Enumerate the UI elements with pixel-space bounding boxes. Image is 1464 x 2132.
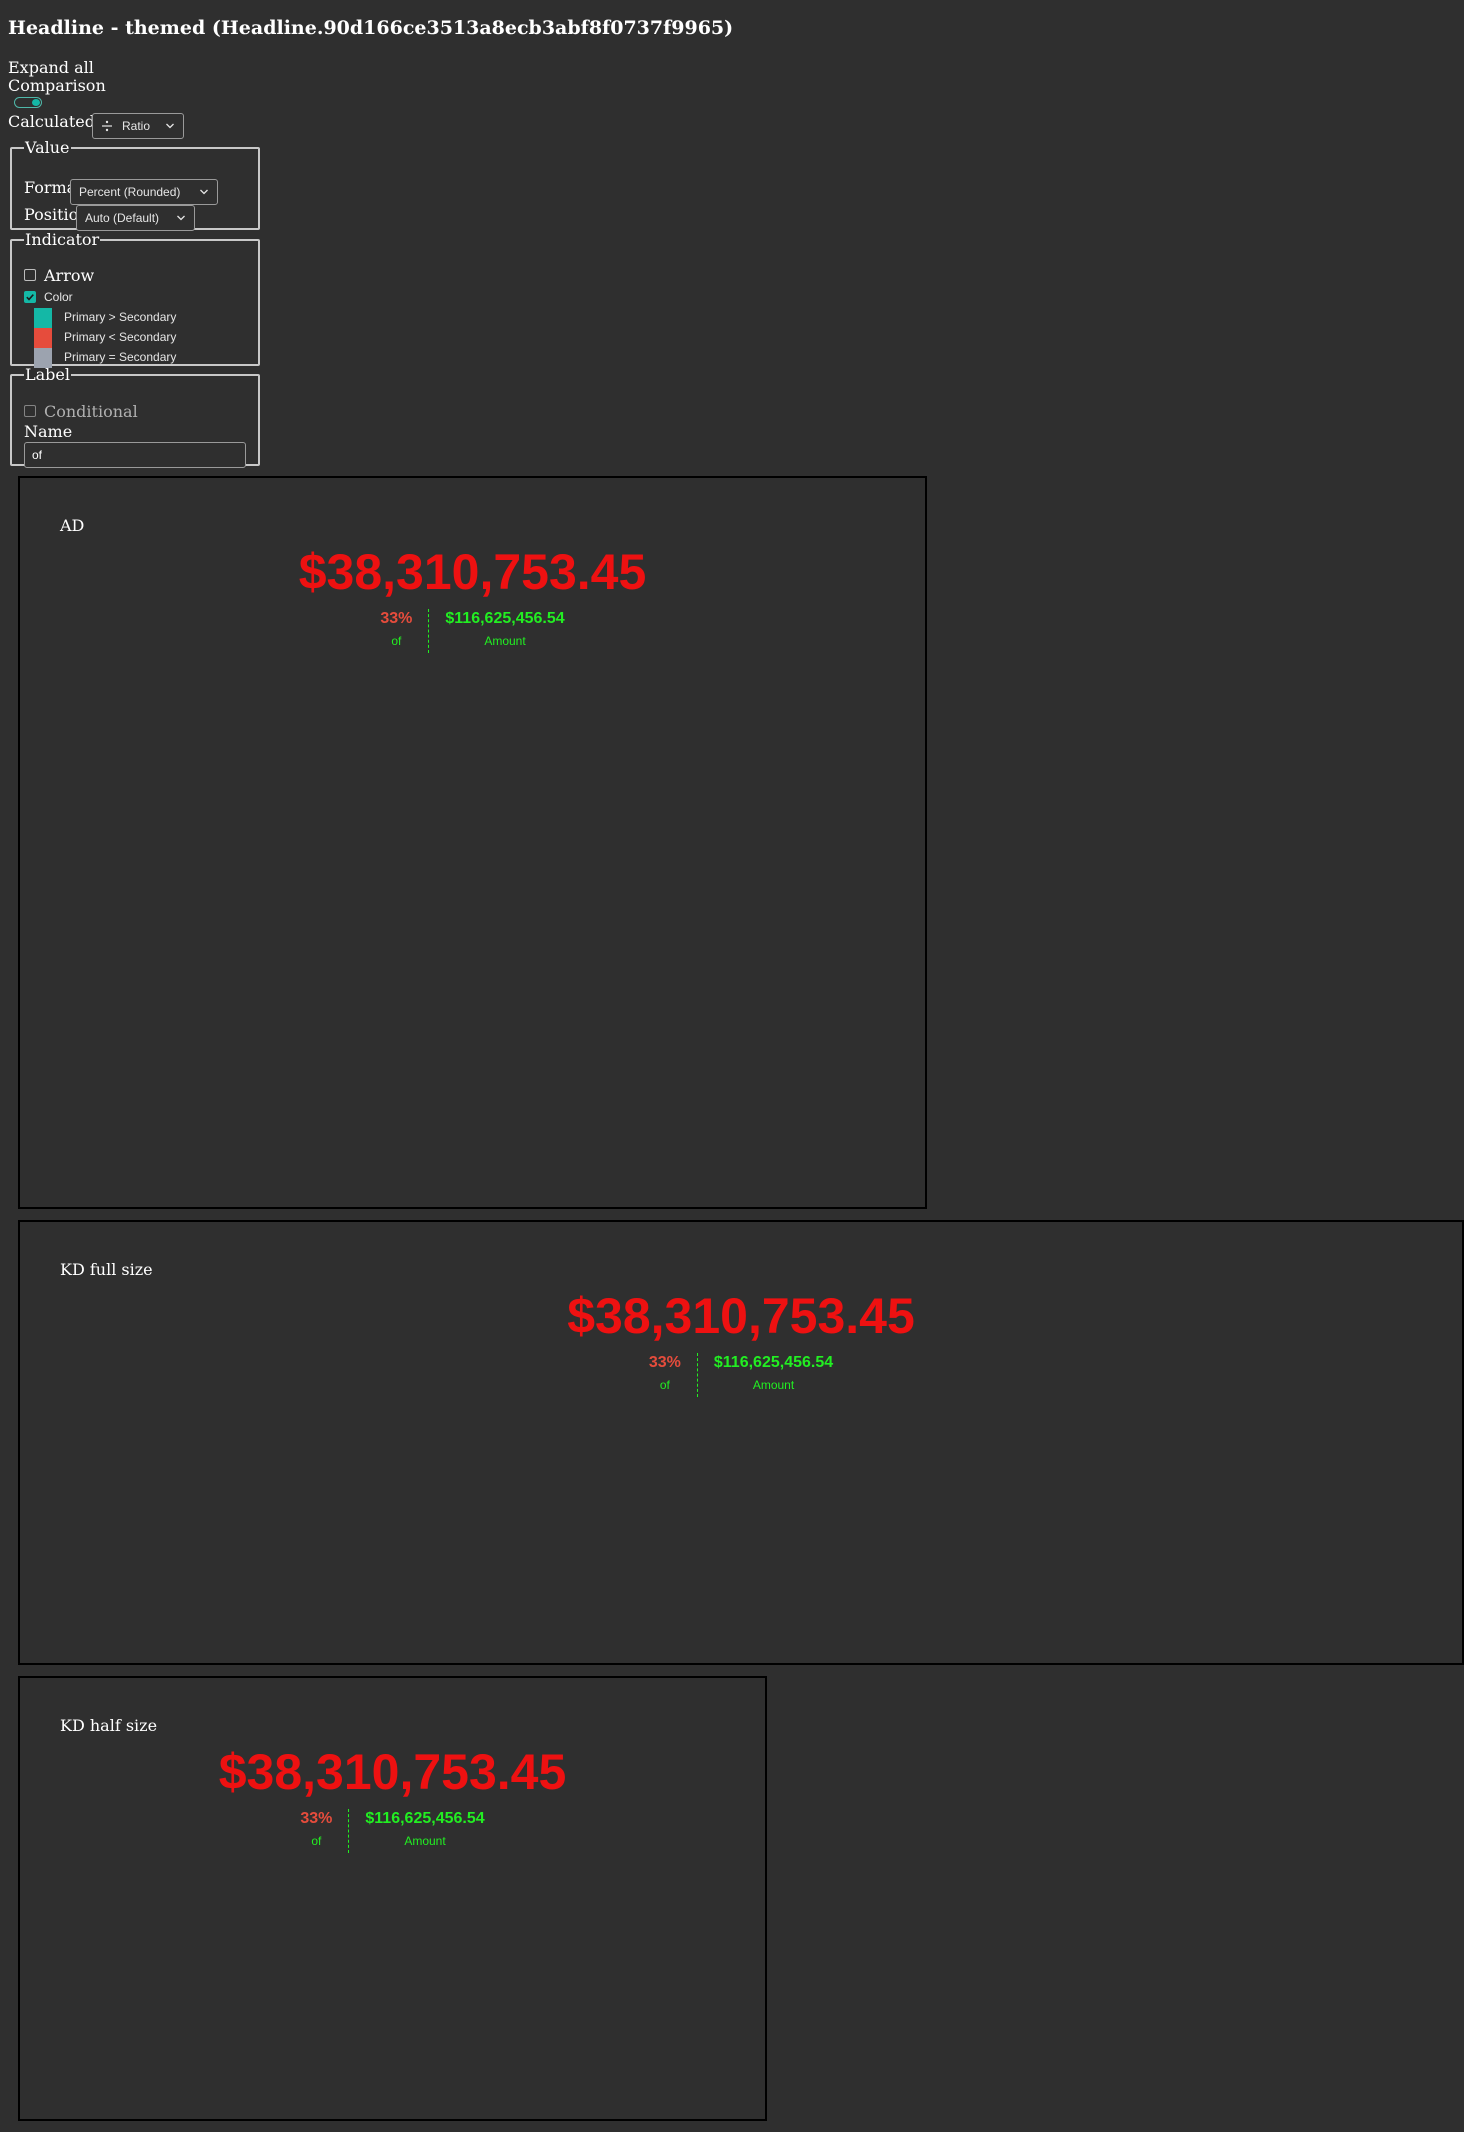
secondary-column: $116,625,456.54 Amount — [428, 609, 565, 653]
color-label-equal: Primary = Secondary — [64, 350, 177, 364]
ratio-value: 33% — [300, 1810, 333, 1827]
color-checkbox[interactable] — [24, 291, 36, 303]
comparison-row: 33% of $116,625,456.54 Amount — [20, 609, 925, 653]
value-legend: Value — [25, 138, 70, 157]
arrow-checkbox[interactable] — [24, 269, 36, 281]
value-fieldset: Value Format Percent (Rounded) Position … — [10, 138, 260, 231]
headline-panel-ad: AD $38,310,753.45 33% of $116,625,456.54… — [18, 476, 927, 1209]
position-value: Auto (Default) — [85, 211, 160, 225]
headline-panel-kd-full: KD full size $38,310,753.45 33% of $116,… — [18, 1220, 1464, 1665]
chevron-down-icon — [176, 213, 186, 223]
panel-label: AD — [60, 516, 85, 535]
panel-label: KD half size — [60, 1716, 158, 1735]
secondary-column: $116,625,456.54 Amount — [348, 1809, 485, 1853]
indicator-legend: Indicator — [25, 230, 100, 249]
calculated-as-value: Ratio — [122, 119, 151, 133]
color-label-less: Primary < Secondary — [64, 330, 177, 344]
chevron-down-icon — [165, 121, 175, 131]
ratio-label: of — [659, 1378, 670, 1392]
ratio-column: 33% of — [649, 1353, 697, 1397]
headline-value: $38,310,753.45 — [298, 544, 647, 600]
color-swatch-greater[interactable] — [34, 308, 52, 328]
comparison-row: 33% of $116,625,456.54 Amount — [20, 1809, 765, 1853]
color-label: Color — [44, 290, 73, 304]
ratio-column: 33% of — [300, 1809, 348, 1853]
toggle-knob — [32, 99, 40, 106]
ratio-value: 33% — [380, 610, 413, 627]
comparison-toggle[interactable] — [14, 97, 42, 108]
ratio-value: 33% — [648, 1354, 681, 1371]
secondary-value: $116,625,456.54 — [713, 1354, 834, 1371]
conditional-checkbox[interactable] — [24, 405, 36, 417]
indicator-fieldset: Indicator Arrow Color Primary > Secondar… — [10, 230, 260, 368]
format-value: Percent (Rounded) — [79, 185, 181, 199]
expand-all-link[interactable]: Expand all — [8, 59, 94, 77]
ratio-label: of — [311, 1834, 322, 1848]
name-input[interactable]: of — [24, 442, 246, 468]
comparison-label: Comparison — [8, 76, 106, 95]
headline-value: $38,310,753.45 — [218, 1744, 567, 1800]
label-legend: Label — [25, 365, 70, 384]
name-label: Name — [24, 422, 73, 441]
divide-icon — [101, 120, 113, 132]
secondary-value: $116,625,456.54 — [445, 610, 565, 627]
conditional-label: Conditional — [44, 402, 138, 421]
color-swatch-less[interactable] — [34, 328, 52, 348]
headline-value: $38,310,753.45 — [567, 1288, 915, 1344]
page-title: Headline - themed (Headline.90d166ce3513… — [8, 17, 734, 39]
secondary-label: Amount — [752, 1378, 795, 1392]
color-label-greater: Primary > Secondary — [64, 310, 177, 324]
secondary-label: Amount — [404, 1834, 446, 1848]
secondary-label: Amount — [484, 634, 526, 648]
comparison-row: 33% of $116,625,456.54 Amount — [20, 1353, 1462, 1397]
headline-panel-kd-half: KD half size $38,310,753.45 33% of $116,… — [18, 1676, 767, 2121]
arrow-label: Arrow — [44, 266, 95, 285]
label-fieldset: Label Conditional Name of — [10, 365, 260, 468]
check-icon — [26, 294, 34, 301]
secondary-column: $116,625,456.54 Amount — [696, 1353, 834, 1397]
position-select[interactable]: Auto (Default) — [76, 205, 195, 231]
panel-label: KD full size — [60, 1260, 153, 1279]
chevron-down-icon — [199, 187, 209, 197]
calculated-as-select[interactable]: Ratio — [92, 113, 184, 139]
secondary-value: $116,625,456.54 — [365, 1810, 485, 1827]
ratio-label: of — [391, 634, 402, 648]
ratio-column: 33% of — [380, 609, 428, 653]
format-select[interactable]: Percent (Rounded) — [70, 179, 218, 205]
